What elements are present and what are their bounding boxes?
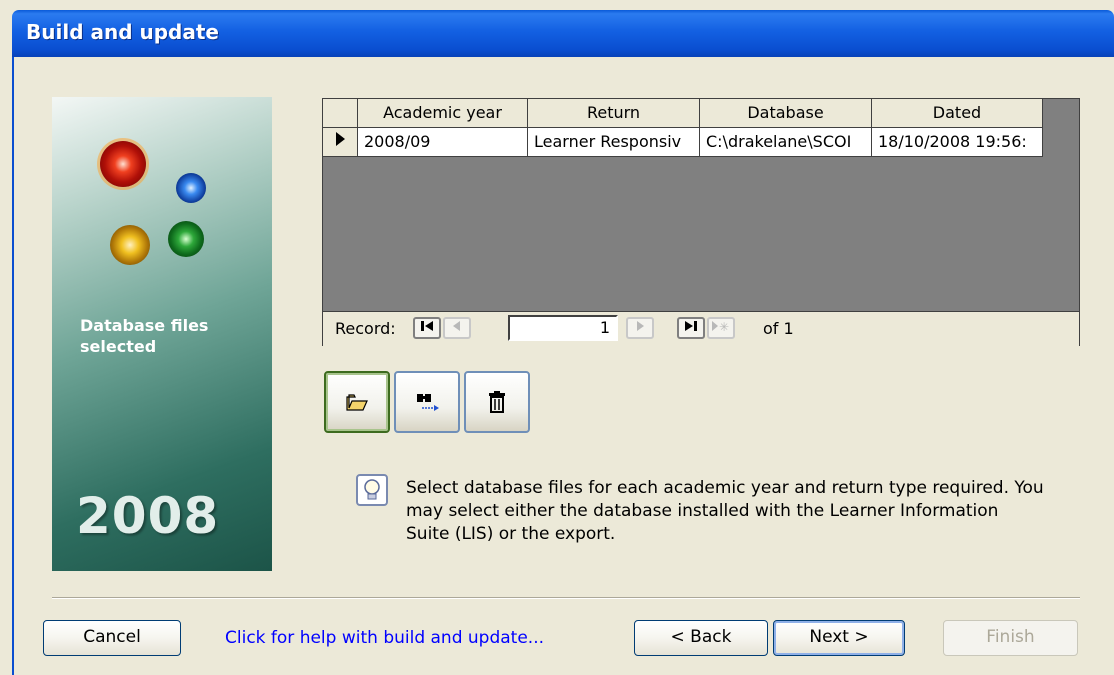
lightbulb-icon: [356, 474, 388, 506]
first-record-icon: [421, 321, 433, 331]
open-database-button[interactable]: [324, 371, 390, 433]
delete-database-button[interactable]: [464, 371, 530, 433]
title-bar[interactable]: Build and update: [12, 10, 1114, 57]
binoculars-icon: [417, 394, 439, 411]
current-record-icon: [336, 132, 345, 146]
folder-open-icon: [346, 394, 368, 411]
find-database-button[interactable]: [394, 371, 460, 433]
next-record-button[interactable]: [626, 317, 654, 339]
table-row[interactable]: 2008/09 Learner Responsiv C:\drakelane\S…: [323, 128, 1043, 157]
help-link[interactable]: Click for help with build and update...: [225, 628, 544, 648]
record-label: Record:: [335, 319, 396, 338]
hint-text: Select database files for each academic …: [406, 478, 1044, 544]
cell-academic-year[interactable]: 2008/09: [358, 128, 528, 157]
side-panel: Database files selected 2008: [52, 97, 272, 571]
cell-dated[interactable]: 18/10/2008 19:56:: [872, 128, 1043, 157]
grid-header: Academic year Return Database Dated: [323, 99, 1043, 128]
record-count: of 1: [763, 319, 794, 338]
previous-record-button[interactable]: [443, 317, 471, 339]
green-target-icon: [168, 221, 204, 257]
last-record-button[interactable]: [677, 317, 705, 339]
previous-record-icon: [453, 321, 460, 331]
record-selector-header: [323, 99, 358, 128]
new-record-button[interactable]: ✳: [707, 317, 735, 339]
first-record-button[interactable]: [413, 317, 441, 339]
record-navigation: Record: 1 ✳ of 1: [323, 311, 1079, 346]
trash-icon: [489, 391, 505, 413]
window-title: Build and update: [26, 20, 219, 44]
column-header-database[interactable]: Database: [700, 99, 872, 128]
next-record-icon: [637, 321, 644, 331]
back-button[interactable]: < Back: [634, 620, 768, 656]
record-selector[interactable]: [323, 128, 358, 157]
new-record-icon: ✳: [712, 320, 729, 334]
record-number-input[interactable]: 1: [508, 315, 618, 341]
database-grid[interactable]: Academic year Return Database Dated 2008…: [322, 98, 1080, 346]
orange-target-icon: [110, 225, 150, 265]
last-record-icon: [685, 321, 697, 331]
red-target-icon: [100, 141, 146, 187]
blue-target-icon: [176, 173, 206, 203]
next-button[interactable]: Next >: [773, 620, 905, 656]
side-panel-label: Database files selected: [80, 316, 209, 356]
side-panel-year: 2008: [76, 487, 220, 545]
cancel-button[interactable]: Cancel: [43, 620, 181, 656]
finish-button[interactable]: Finish: [943, 620, 1078, 656]
cell-database[interactable]: C:\drakelane\SCOI: [700, 128, 872, 157]
svg-text:✳: ✳: [719, 320, 729, 333]
footer-divider: [52, 597, 1080, 599]
column-header-dated[interactable]: Dated: [872, 99, 1043, 128]
column-header-academic-year[interactable]: Academic year: [358, 99, 528, 128]
column-header-return[interactable]: Return: [528, 99, 700, 128]
cell-return[interactable]: Learner Responsiv: [528, 128, 700, 157]
